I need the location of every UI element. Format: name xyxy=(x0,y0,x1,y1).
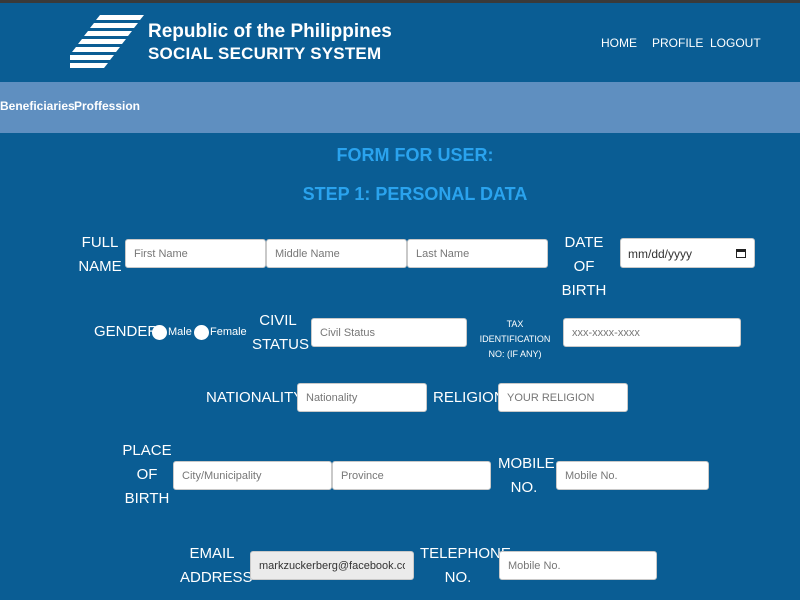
mobile-label: MOBILE NO. xyxy=(498,452,555,500)
date-of-birth-value: mm/dd/yyyy xyxy=(628,247,693,261)
tin-input[interactable] xyxy=(563,318,741,347)
gender-male-radio[interactable] xyxy=(152,325,167,340)
gender-label: GENDER xyxy=(94,323,159,340)
gender-female-label: Female xyxy=(210,326,247,338)
nationality-label: NATIONALITY xyxy=(206,389,304,406)
email-label: EMAIL ADDRESS xyxy=(180,542,253,590)
telephone-label-line1: TELEPHONE xyxy=(420,545,511,562)
tin-label: TAX IDENTIFICATION NO: (IF ANY) xyxy=(472,317,558,362)
nationality-input[interactable] xyxy=(297,383,427,412)
tin-label-line2: NO: (IF ANY) xyxy=(488,349,542,359)
place-of-birth-label-line2: OF xyxy=(136,466,158,483)
place-of-birth-label: PLACE OF BIRTH xyxy=(122,439,172,511)
form-title: FORM FOR USER: xyxy=(336,145,494,165)
religion-input[interactable] xyxy=(498,383,628,412)
gender-female-radio[interactable] xyxy=(194,325,209,340)
nav-home-link[interactable]: HOME xyxy=(601,36,637,50)
first-name-input[interactable] xyxy=(125,239,266,268)
subnav-beneficiaries-link[interactable]: Beneficiaries xyxy=(0,99,75,113)
full-name-label: FULL NAME xyxy=(78,231,122,279)
top-nav: HOME PROFILE LOGOUT xyxy=(0,36,800,56)
tin-label-line1: TAX IDENTIFICATION xyxy=(479,319,551,344)
place-of-birth-label-line1: PLACE xyxy=(122,442,172,459)
mobile-label-line1: MOBILE xyxy=(498,455,555,472)
telephone-input[interactable] xyxy=(499,551,657,580)
place-of-birth-label-line3: BIRTH xyxy=(124,490,170,507)
header: Republic of the Philippines SOCIAL SECUR… xyxy=(0,3,800,82)
full-name-label-line2: NAME xyxy=(78,258,122,275)
birth-province-input[interactable] xyxy=(332,461,491,490)
civil-status-label: CIVIL STATUS xyxy=(252,309,309,357)
gender-male-label: Male xyxy=(168,326,192,338)
middle-name-input[interactable] xyxy=(266,239,407,268)
email-field[interactable] xyxy=(250,551,414,580)
nav-profile-link[interactable]: PROFILE xyxy=(652,36,703,50)
sub-nav: Beneficiaries Proffession xyxy=(0,82,800,133)
date-of-birth-input[interactable]: mm/dd/yyyy xyxy=(620,238,755,268)
subnav-proffession-link[interactable]: Proffession xyxy=(74,99,140,113)
civil-status-input[interactable] xyxy=(311,318,467,347)
calendar-icon[interactable] xyxy=(736,248,746,258)
email-label-line2: ADDRESS xyxy=(180,569,253,586)
civil-status-label-line1: CIVIL xyxy=(259,312,297,329)
mobile-input[interactable] xyxy=(556,461,709,490)
dob-label-line2: BIRTH xyxy=(561,282,607,299)
full-name-label-line1: FULL xyxy=(81,234,119,251)
civil-status-label-line2: STATUS xyxy=(252,336,309,353)
form-step-title: STEP 1: PERSONAL DATA xyxy=(302,184,528,204)
telephone-label: TELEPHONE NO. xyxy=(420,542,511,590)
last-name-input[interactable] xyxy=(407,239,548,268)
birth-city-input[interactable] xyxy=(173,461,332,490)
religion-label: RELIGION xyxy=(433,389,505,406)
telephone-label-line2: NO. xyxy=(444,569,472,586)
dob-label: DATE OF BIRTH xyxy=(554,231,614,303)
nav-logout-link[interactable]: LOGOUT xyxy=(710,36,761,50)
mobile-label-line2: NO. xyxy=(510,479,538,496)
email-label-line1: EMAIL xyxy=(189,545,235,562)
dob-label-line1: DATE OF xyxy=(564,234,604,275)
